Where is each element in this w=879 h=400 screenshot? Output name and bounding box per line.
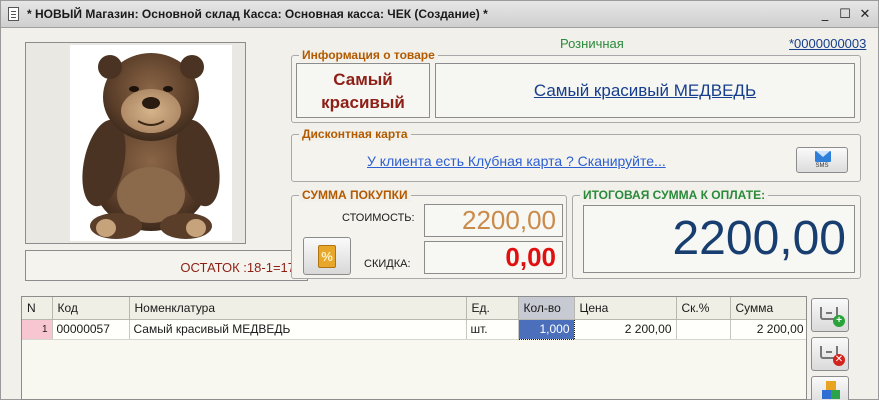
window-title: * НОВЫЙ Магазин: Основной склад Касса: О… [27, 7, 488, 21]
stock-balance-box: ОСТАТОК :18-1=17 [25, 250, 308, 281]
product-info-title: Информация о товаре [299, 48, 438, 62]
column-header-unit[interactable]: Ед. [466, 297, 519, 320]
table-header-row: N Код Номенклатура Ед. Кол-во Цена Ск.% … [22, 297, 806, 320]
maximize-button[interactable]: ☐ [836, 5, 854, 23]
discount-card-title: Дисконтная карта [299, 127, 411, 141]
column-header-discount[interactable]: Ск.% [676, 297, 731, 320]
teddy-bear-photo [70, 45, 232, 241]
plus-icon: + [833, 315, 845, 327]
total-sum-title: ИТОГОВАЯ СУММА К ОПЛАТЕ: [580, 188, 769, 202]
document-icon [8, 7, 19, 21]
delete-icon: ✕ [833, 354, 845, 366]
receipt-items-table[interactable]: N Код Номенклатура Ед. Кол-во Цена Ск.% … [21, 296, 807, 400]
blocks-icon [822, 381, 840, 399]
sms-button[interactable]: SMS [796, 147, 848, 173]
row-discount-cell[interactable] [676, 319, 731, 340]
pos-receipt-window: * НОВЫЙ Магазин: Основной склад Касса: О… [0, 0, 879, 400]
row-unit-cell[interactable]: шт. [466, 319, 519, 340]
row-code-cell[interactable]: 00000057 [52, 319, 130, 340]
column-header-name[interactable]: Номенклатура [129, 297, 467, 320]
catalog-button[interactable] [811, 376, 849, 400]
envelope-icon [815, 151, 831, 162]
stock-balance-text: ОСТАТОК :18-1=17 [180, 260, 295, 275]
scan-club-card-link[interactable]: У клиента есть Клубная карта ? Сканируйт… [367, 153, 666, 169]
sms-button-label: SMS [815, 163, 829, 169]
discount-percent-icon: % [318, 245, 336, 268]
table-row[interactable]: 1 00000057 Самый красивый МЕДВЕДЬ шт. 1,… [22, 318, 806, 340]
discount-label: СКИДКА: [364, 258, 411, 270]
row-number-cell[interactable]: 1 [22, 319, 53, 340]
column-header-price[interactable]: Цена [574, 297, 677, 320]
document-number-link[interactable]: *0000000003 [789, 36, 866, 51]
teddy-bear-icon [82, 53, 220, 239]
add-item-button[interactable]: + [811, 298, 849, 332]
column-header-n[interactable]: N [22, 297, 53, 320]
cost-label: СТОИМОСТЬ: [342, 212, 415, 224]
product-full-name-box: Самый красивый МЕДВЕДЬ [435, 63, 855, 118]
price-type-label: Розничная [560, 36, 624, 51]
row-name-cell[interactable]: Самый красивый МЕДВЕДЬ [129, 319, 467, 340]
column-header-qty[interactable]: Кол-во [518, 297, 575, 320]
close-button[interactable]: ✕ [856, 5, 874, 23]
title-bar[interactable]: * НОВЫЙ Магазин: Основной склад Касса: О… [1, 1, 878, 28]
column-header-code[interactable]: Код [52, 297, 130, 320]
purchase-sum-title: СУММА ПОКУПКИ [299, 188, 411, 202]
product-full-name-link[interactable]: Самый красивый МЕДВЕДЬ [534, 81, 756, 101]
product-photo-frame [25, 42, 246, 244]
remove-item-button[interactable]: ✕ [811, 337, 849, 371]
cost-value: 2200,00 [424, 204, 563, 237]
product-short-name: Самый красивый МЕДВЕДЬ [296, 63, 430, 118]
row-sum-cell[interactable]: 2 200,00 [730, 319, 806, 340]
minimize-button[interactable]: _ [816, 5, 834, 23]
row-qty-cell[interactable]: 1,000 [517, 318, 575, 340]
row-price-cell[interactable]: 2 200,00 [574, 319, 677, 340]
discount-value: 0,00 [424, 241, 563, 274]
total-sum-value: 2200,00 [583, 205, 855, 273]
discount-button[interactable]: % [303, 237, 351, 275]
column-header-sum[interactable]: Сумма [730, 297, 806, 320]
